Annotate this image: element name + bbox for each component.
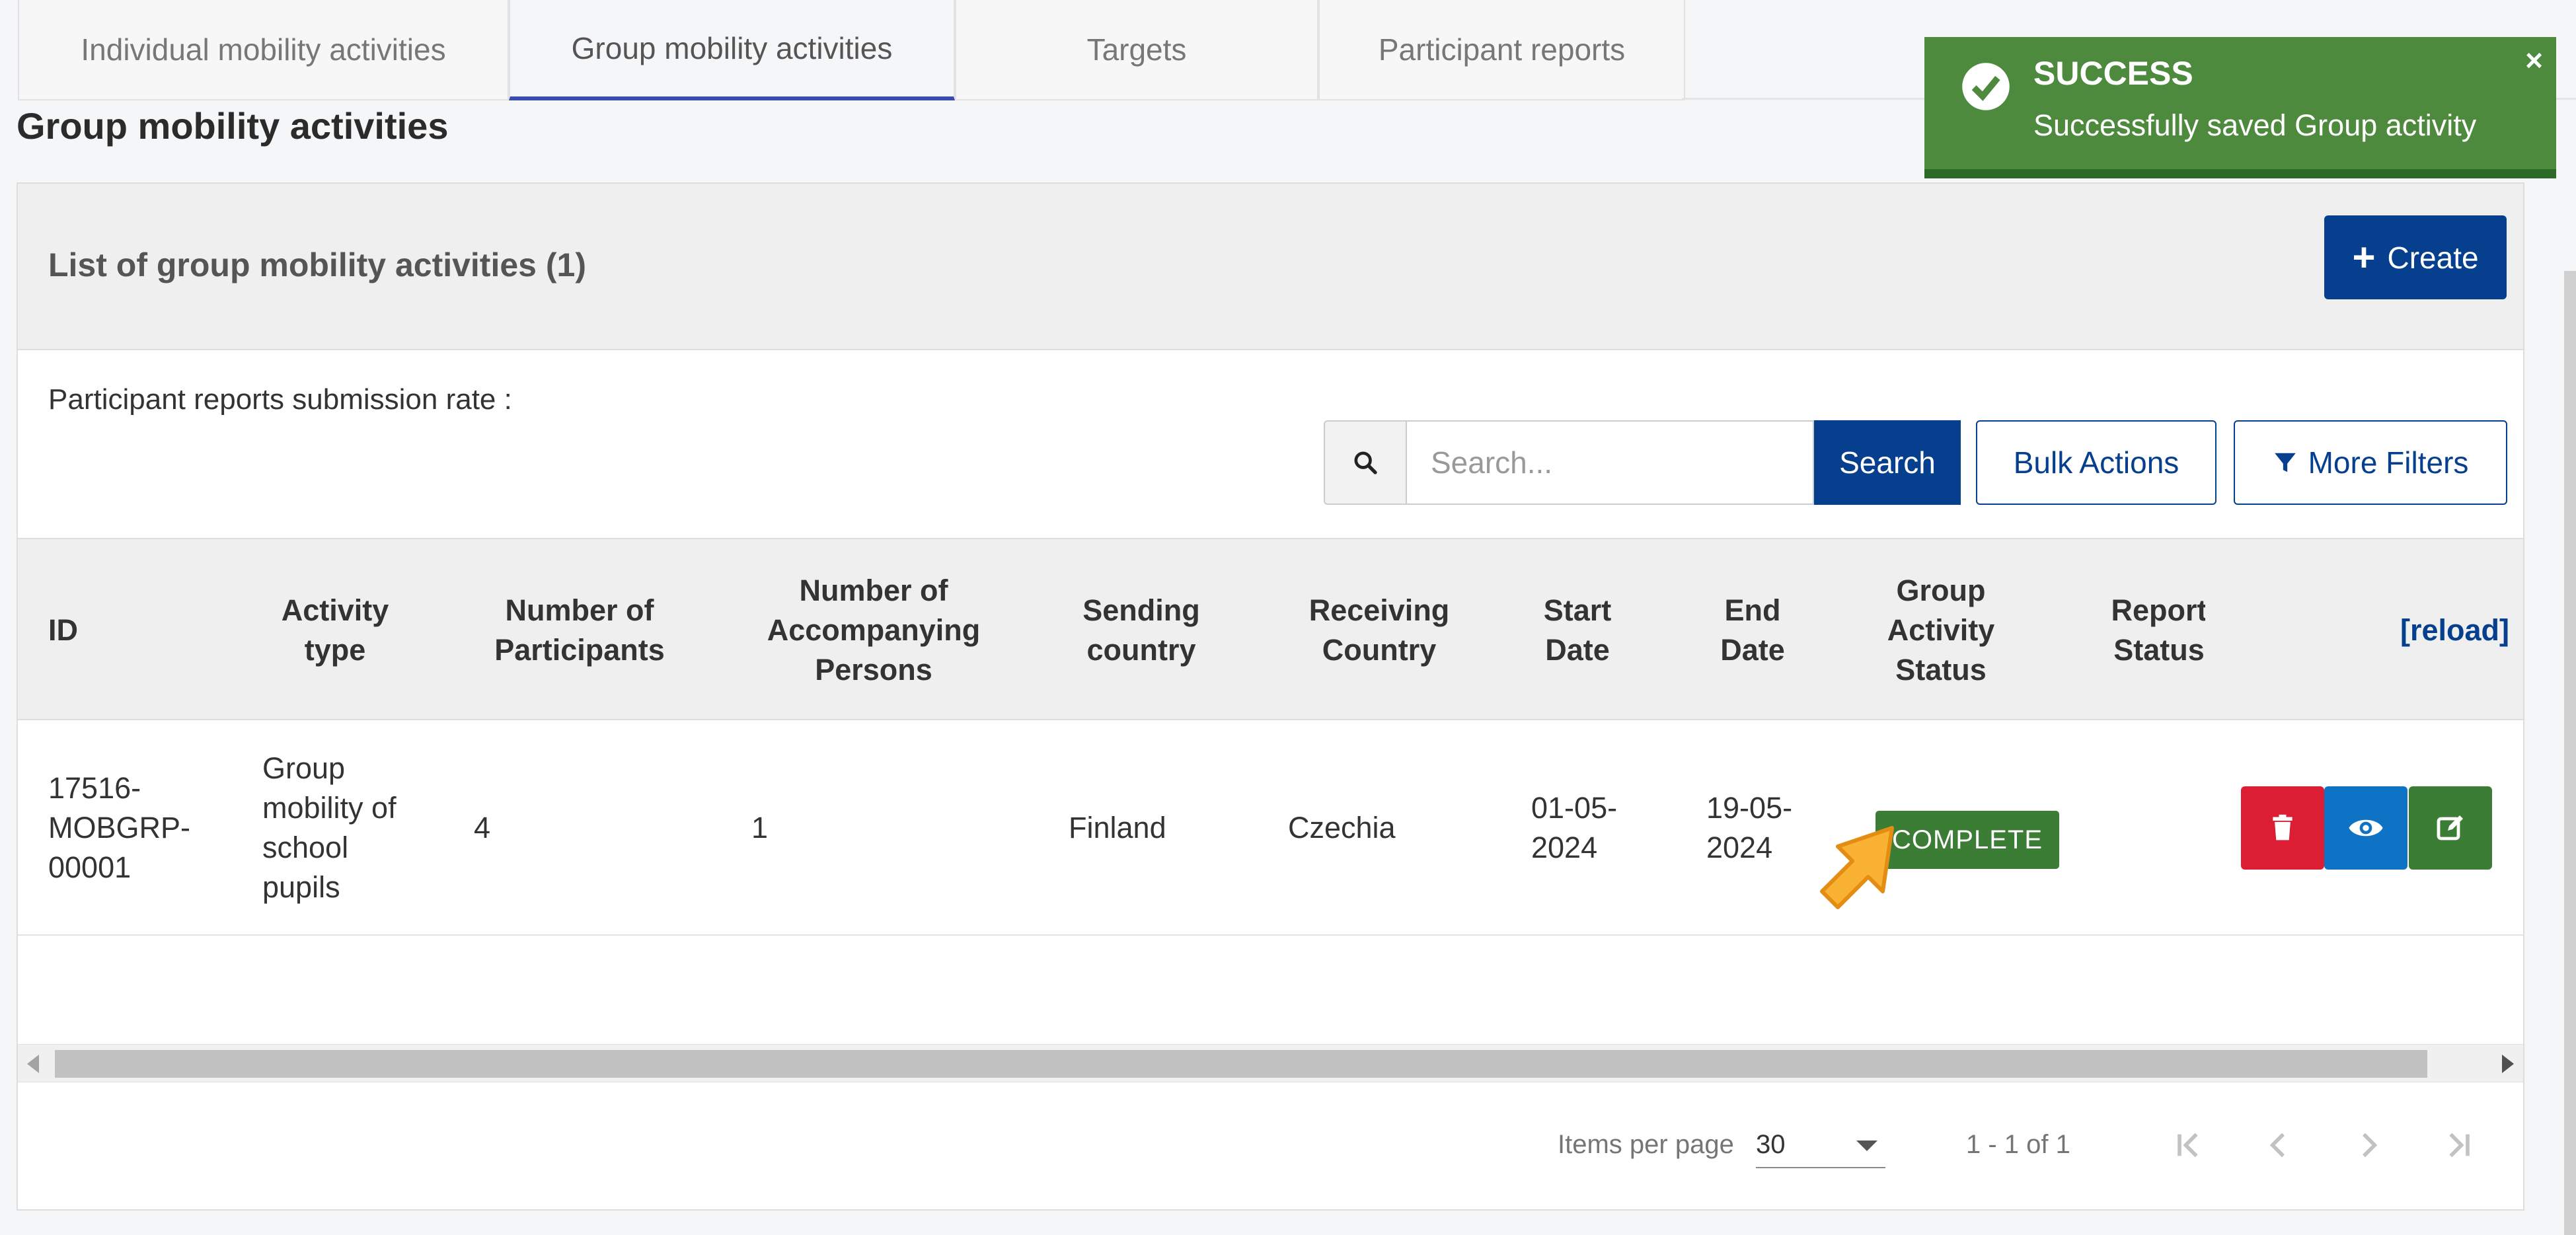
column-header-activity-type[interactable]: Activity type	[252, 539, 418, 722]
filter-icon	[2274, 453, 2296, 472]
cell-activity-type: Group mobility of school pupils	[262, 751, 397, 904]
success-toast: SUCCESS Successfully saved Group activit…	[1924, 37, 2556, 178]
search-button[interactable]: Search	[1814, 420, 1961, 505]
previous-page-button[interactable]	[2242, 1109, 2315, 1181]
column-header-receiving-country[interactable]: Receiving Country	[1283, 539, 1475, 722]
toast-title: SUCCESS	[2033, 55, 2193, 92]
table-row: 17516-MOBGRP-00001 Group mobility of sch…	[18, 720, 2523, 936]
edit-icon	[2437, 815, 2463, 841]
cell-sending-country: Finland	[1069, 811, 1166, 845]
create-button-label: Create	[2387, 240, 2479, 275]
cell-end-date: 19-05-2024	[1706, 791, 1793, 864]
first-page-button[interactable]	[2152, 1109, 2225, 1181]
page-title: Group mobility activities	[17, 105, 449, 147]
next-page-icon	[2363, 1133, 2378, 1158]
cell-report-status	[2113, 720, 2205, 936]
more-filters-label: More Filters	[2308, 445, 2469, 480]
column-header-accompanying[interactable]: Number of Accompanying Persons	[751, 539, 996, 722]
check-circle-icon	[1962, 63, 2010, 110]
column-header-participants[interactable]: Number of Participants	[474, 539, 685, 722]
items-per-page-value: 30	[1756, 1130, 1786, 1159]
cell-accompanying: 1	[751, 811, 769, 845]
toast-message: Successfully saved Group activity	[2033, 108, 2477, 142]
tab-individual-mobility[interactable]: Individual mobility activities	[18, 0, 509, 100]
search-input[interactable]	[1406, 420, 1814, 505]
column-header-report-status[interactable]: Report Status	[2113, 539, 2205, 722]
items-per-page-select[interactable]: 30	[1756, 1121, 1885, 1168]
first-page-icon	[2178, 1133, 2198, 1158]
tab-bar: Individual mobility activities Group mob…	[18, 0, 1685, 100]
prev-page-icon	[2269, 1133, 2285, 1158]
reload-link[interactable]: [reload]	[2364, 539, 2509, 722]
cursor-pointer-icon	[1820, 826, 1894, 909]
cell-participants: 4	[474, 811, 491, 845]
cell-id: 17516-MOBGRP-00001	[48, 771, 191, 884]
panel-title: List of group mobility activities (1)	[48, 246, 586, 283]
column-header-start-date[interactable]: Start Date	[1525, 539, 1630, 722]
tab-targets[interactable]: Targets	[955, 0, 1318, 100]
tab-group-mobility[interactable]: Group mobility activities	[509, 0, 955, 100]
delete-button[interactable]	[2241, 786, 2324, 870]
chevron-down-icon	[1856, 1141, 1877, 1151]
cell-start-date: 01-05-2024	[1531, 791, 1618, 864]
scroll-left-icon[interactable]	[27, 1055, 39, 1073]
page-scrollbar[interactable]	[2564, 271, 2576, 1235]
cell-receiving-country: Czechia	[1288, 811, 1396, 845]
panel-header: List of group mobility activities (1) + …	[18, 184, 2523, 350]
items-per-page-label: Items per page	[1558, 1130, 1734, 1159]
plus-icon: +	[2352, 235, 2376, 280]
view-button[interactable]	[2324, 786, 2407, 870]
column-header-id[interactable]: ID	[48, 539, 180, 722]
last-page-icon	[2449, 1133, 2470, 1158]
close-icon[interactable]: ×	[2525, 42, 2543, 78]
column-header-end-date[interactable]: End Date	[1700, 539, 1805, 722]
create-button[interactable]: + Create	[2324, 215, 2507, 299]
activities-panel: List of group mobility activities (1) + …	[17, 182, 2524, 1211]
bulk-actions-button[interactable]: Bulk Actions	[1976, 420, 2216, 505]
scroll-right-icon[interactable]	[2502, 1055, 2514, 1073]
edit-button[interactable]	[2409, 786, 2492, 870]
table-header: ID Activity type Number of Participants …	[18, 538, 2523, 720]
horizontal-scrollbar[interactable]	[18, 1044, 2523, 1082]
column-header-group-activity-status[interactable]: Group Activity Status	[1862, 539, 2020, 722]
submission-rate-label: Participant reports submission rate :	[48, 383, 512, 416]
scrollbar-thumb[interactable]	[55, 1050, 2427, 1078]
last-page-button[interactable]	[2422, 1109, 2495, 1181]
more-filters-button[interactable]: More Filters	[2234, 420, 2507, 505]
bulk-actions-label: Bulk Actions	[2013, 445, 2179, 480]
search-group: Search	[1324, 420, 1961, 505]
trash-icon	[2273, 814, 2292, 841]
column-header-sending-country[interactable]: Sending country	[1055, 539, 1227, 722]
next-page-button[interactable]	[2332, 1109, 2405, 1181]
search-icon	[1324, 420, 1406, 505]
tab-participant-reports[interactable]: Participant reports	[1318, 0, 1685, 100]
paginator-range: 1 - 1 of 1	[1966, 1130, 2070, 1159]
eye-icon	[2349, 819, 2383, 837]
